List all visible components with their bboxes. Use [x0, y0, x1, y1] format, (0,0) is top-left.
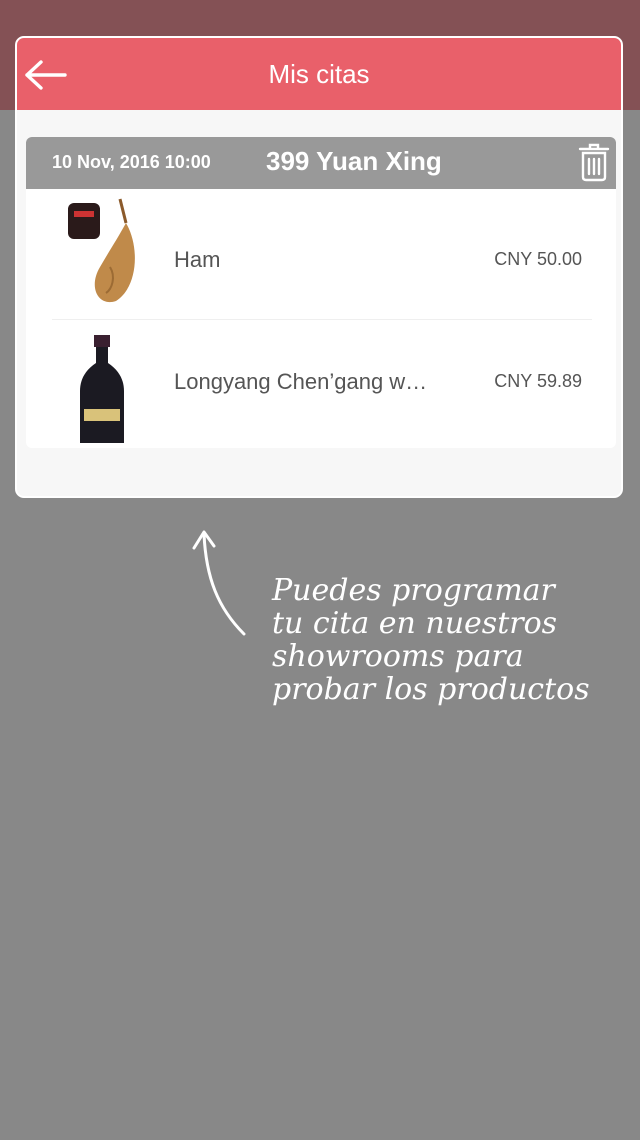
trash-icon[interactable]	[578, 142, 610, 182]
page-title: Mis citas	[268, 58, 370, 89]
appointment-header: 10 Nov, 2016 10:00 399 Yuan Xing	[26, 137, 616, 189]
list-item[interactable]: Longyang Chen’gang w… CNY 59.89	[26, 321, 616, 448]
product-price: CNY 59.89	[494, 371, 582, 391]
onboarding-hint: Puedes programar tu cita en nuestros sho…	[272, 574, 602, 706]
product-name: Longyang Chen’gang w…	[174, 369, 428, 394]
product-name: Ham	[174, 247, 221, 272]
divider	[52, 319, 592, 320]
product-price: CNY 50.00	[494, 249, 582, 269]
appointment-card: 10 Nov, 2016 10:00 399 Yuan Xing Ham CNY…	[26, 137, 616, 448]
hint-line: Puedes programar	[272, 573, 555, 608]
hint-line: tu cita en nuestros	[272, 606, 558, 641]
wine-bottle-image	[80, 335, 124, 443]
appointments-card: Mis citas 10 Nov, 2016 10:00 399 Yuan Xi…	[15, 36, 623, 498]
hint-line: showrooms para	[272, 639, 524, 674]
ham-image	[68, 198, 135, 303]
app-header: Mis citas	[17, 38, 621, 110]
list-item[interactable]: Ham CNY 50.00	[26, 189, 616, 313]
back-arrow-icon[interactable]	[23, 58, 67, 92]
store-name: 399 Yuan Xing	[266, 146, 442, 176]
appointment-date: 10 Nov, 2016 10:00	[52, 152, 211, 172]
curved-arrow-icon	[192, 530, 246, 636]
hint-line: probar los productos	[272, 672, 590, 707]
